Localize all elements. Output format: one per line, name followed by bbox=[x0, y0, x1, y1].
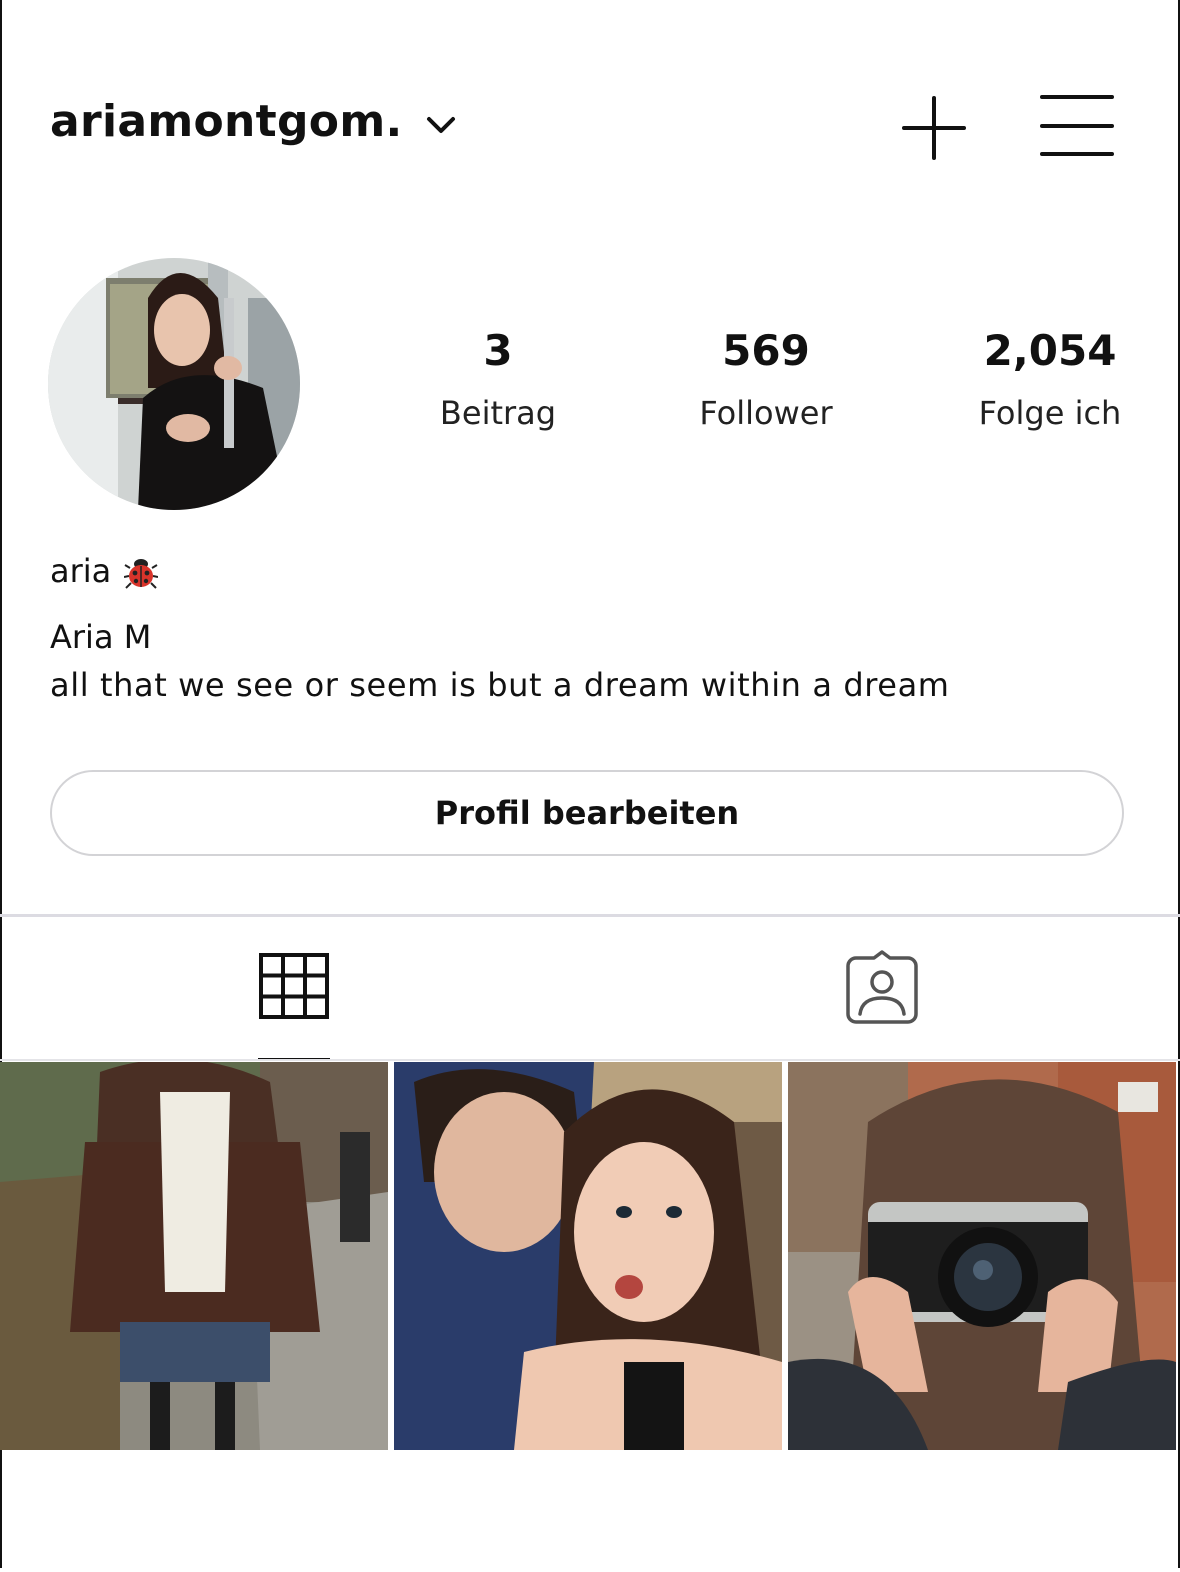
hamburger-menu-icon[interactable] bbox=[1040, 94, 1114, 158]
edit-profile-button[interactable]: Profil bearbeiten bbox=[50, 770, 1124, 856]
plus-icon[interactable] bbox=[900, 94, 968, 162]
followers-count: 569 bbox=[722, 326, 810, 375]
following-label: Folge ich bbox=[978, 394, 1122, 432]
bio-text: all that we see or seem is but a dream w… bbox=[50, 666, 950, 704]
section-divider bbox=[0, 914, 1180, 917]
followers-label: Follower bbox=[699, 394, 833, 432]
post-thumbnail-1[interactable] bbox=[0, 1062, 388, 1450]
post-thumbnail-2[interactable] bbox=[394, 1062, 782, 1450]
grid-icon[interactable] bbox=[258, 952, 330, 1020]
following-count-stat[interactable]: 2,054 Folge ich bbox=[930, 326, 1170, 433]
posts-count-stat[interactable]: 3 Beitrag bbox=[378, 326, 618, 433]
full-name: Aria M bbox=[50, 618, 152, 656]
following-count: 2,054 bbox=[983, 326, 1117, 375]
tagged-person-icon[interactable] bbox=[846, 950, 918, 1024]
ladybug-icon bbox=[124, 559, 158, 589]
profile-avatar[interactable] bbox=[48, 258, 300, 510]
post-thumbnail-3[interactable] bbox=[788, 1062, 1176, 1450]
posts-label: Beitrag bbox=[439, 394, 557, 432]
tabs-divider bbox=[0, 1059, 1180, 1061]
account-username[interactable]: ariamontgom. bbox=[50, 96, 403, 147]
posts-count: 3 bbox=[483, 326, 513, 375]
chevron-down-icon[interactable] bbox=[426, 114, 456, 136]
followers-count-stat[interactable]: 569 Follower bbox=[646, 326, 886, 433]
display-name: aria bbox=[50, 552, 112, 590]
